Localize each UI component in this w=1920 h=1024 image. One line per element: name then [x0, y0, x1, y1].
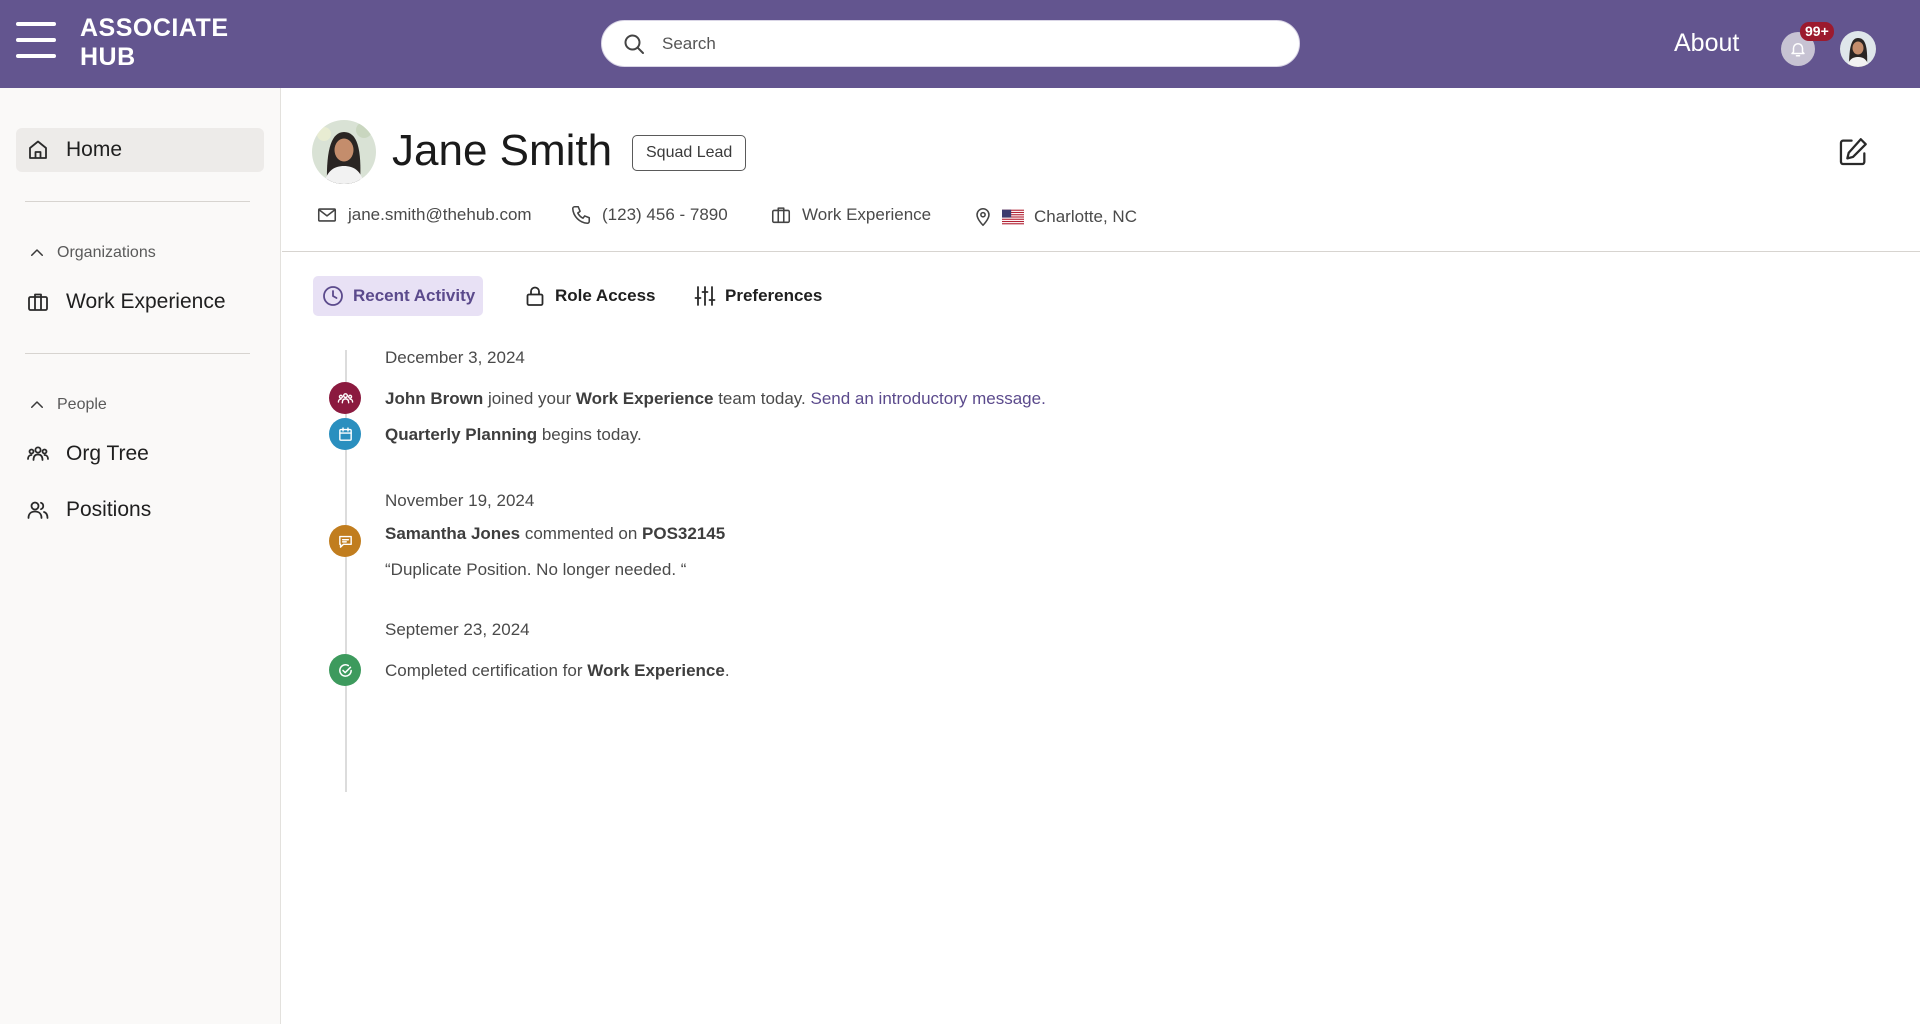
tab-preferences[interactable]: Preferences [685, 276, 830, 316]
sidebar-item-home[interactable]: Home [16, 128, 264, 172]
sidebar-divider [25, 353, 250, 354]
header-divider [282, 251, 1920, 252]
role-badge: Squad Lead [632, 135, 747, 171]
event-actor[interactable]: Samantha Jones [385, 524, 520, 543]
edit-profile-button[interactable] [1836, 135, 1870, 169]
certification-event-marker [329, 654, 361, 686]
people-group-icon [337, 392, 353, 403]
profile-name: Jane Smith [392, 126, 613, 175]
tab-label: Recent Activity [353, 286, 476, 305]
sidebar-item-label: Work Experience [66, 290, 226, 313]
timeline-line [345, 350, 347, 792]
contact-email[interactable]: jane.smith@thehub.com [316, 204, 532, 226]
sidebar-item-label: Org Tree [66, 442, 149, 465]
sidebar-divider [25, 201, 250, 202]
section-toggle-people[interactable]: People [28, 396, 107, 414]
chevron-up-icon [31, 249, 43, 256]
home-icon [29, 140, 47, 159]
calendar-event-marker [329, 418, 361, 450]
event-org[interactable]: Work Experience [576, 389, 714, 408]
phone-icon [571, 205, 591, 225]
tab-recent-activity[interactable]: Recent Activity [313, 276, 484, 316]
clock-icon [323, 286, 343, 306]
comment-quote: “Duplicate Position. No longer needed. “ [385, 560, 687, 579]
team-event-marker [329, 382, 361, 414]
us-flag-icon [1002, 209, 1024, 225]
top-bar: ASSOCIATE HUB About 99+ [0, 0, 1920, 88]
event-subject[interactable]: Work Experience [587, 661, 725, 680]
timeline-event-text: John Brown joined your Work Experience t… [385, 389, 1046, 409]
people-group-icon [27, 446, 49, 461]
location-text: Charlotte, NC [1034, 207, 1137, 226]
event-text: team today. [713, 389, 811, 408]
contact-phone[interactable]: (123) 456 - 7890 [570, 204, 728, 226]
comment-event-marker [329, 525, 361, 557]
sidebar-item-label: Home [66, 138, 123, 161]
chevron-up-icon [31, 401, 43, 408]
sidebar-item-label: Positions [66, 498, 152, 521]
event-text: Completed certification for [385, 661, 588, 680]
timeline-event-text: Quarterly Planning begins today. [385, 425, 642, 445]
timeline-event-text: Samantha Jones commented on POS32145 [385, 524, 725, 544]
calendar-icon [338, 426, 352, 441]
timeline-event-text: Completed certification for Work Experie… [385, 661, 730, 681]
person-pair-icon [27, 501, 49, 519]
logo-line-1: ASSOCIATE [80, 14, 229, 42]
event-target[interactable]: POS32145 [642, 524, 725, 543]
email-text: jane.smith@thehub.com [348, 205, 532, 224]
timeline-date: December 3, 2024 [385, 348, 525, 367]
event-subject[interactable]: Quarterly Planning [385, 425, 537, 444]
search-box[interactable] [601, 20, 1300, 67]
lock-icon [526, 286, 544, 306]
organization-text: Work Experience [802, 205, 932, 224]
sidebar: Home Organizations Work Experience Peopl… [0, 88, 281, 1024]
section-toggle-organizations[interactable]: Organizations [28, 244, 156, 262]
mail-icon [317, 208, 337, 222]
search-icon [624, 34, 644, 54]
sliders-icon [694, 286, 716, 306]
timeline-date: November 19, 2024 [385, 491, 535, 510]
search-input[interactable] [662, 33, 1262, 54]
event-text: commented on [520, 524, 643, 543]
event-text: joined your [483, 389, 576, 408]
comment-icon [338, 535, 352, 548]
sidebar-item-positions[interactable]: Positions [16, 488, 264, 532]
section-label: People [57, 396, 107, 413]
send-message-link[interactable]: Send an introductory message. [811, 389, 1046, 408]
about-link[interactable]: About [1674, 29, 1739, 58]
timeline-date: Septemer 23, 2024 [385, 620, 530, 639]
location-pin-icon [976, 207, 990, 227]
phone-text: (123) 456 - 7890 [602, 205, 728, 224]
contact-organization[interactable]: Work Experience [770, 204, 931, 226]
tab-label: Preferences [725, 286, 823, 305]
notification-count-badge: 99+ [1800, 22, 1834, 41]
contact-location: Charlotte, NC [972, 206, 1137, 228]
tab-label: Role Access [555, 286, 656, 305]
hamburger-menu-icon[interactable] [16, 22, 56, 58]
tab-role-access[interactable]: Role Access [515, 276, 663, 316]
user-avatar[interactable] [1840, 31, 1876, 67]
section-label: Organizations [57, 244, 156, 261]
sidebar-item-org-tree[interactable]: Org Tree [16, 432, 264, 476]
app-logo[interactable]: ASSOCIATE HUB [80, 14, 229, 72]
main-content: Jane Smith Squad Lead jane.smith@thehub.… [282, 88, 1920, 1024]
profile-avatar [312, 120, 376, 184]
event-text: . [724, 661, 730, 680]
bell-icon [1791, 43, 1805, 57]
sidebar-item-work-experience[interactable]: Work Experience [16, 280, 264, 324]
check-circle-icon [338, 663, 352, 677]
logo-line-2: HUB [80, 43, 136, 71]
edit-icon [1839, 138, 1867, 166]
event-text: begins today. [537, 425, 642, 444]
briefcase-icon [28, 293, 48, 311]
briefcase-icon [771, 207, 791, 224]
event-actor[interactable]: John Brown [385, 389, 483, 408]
